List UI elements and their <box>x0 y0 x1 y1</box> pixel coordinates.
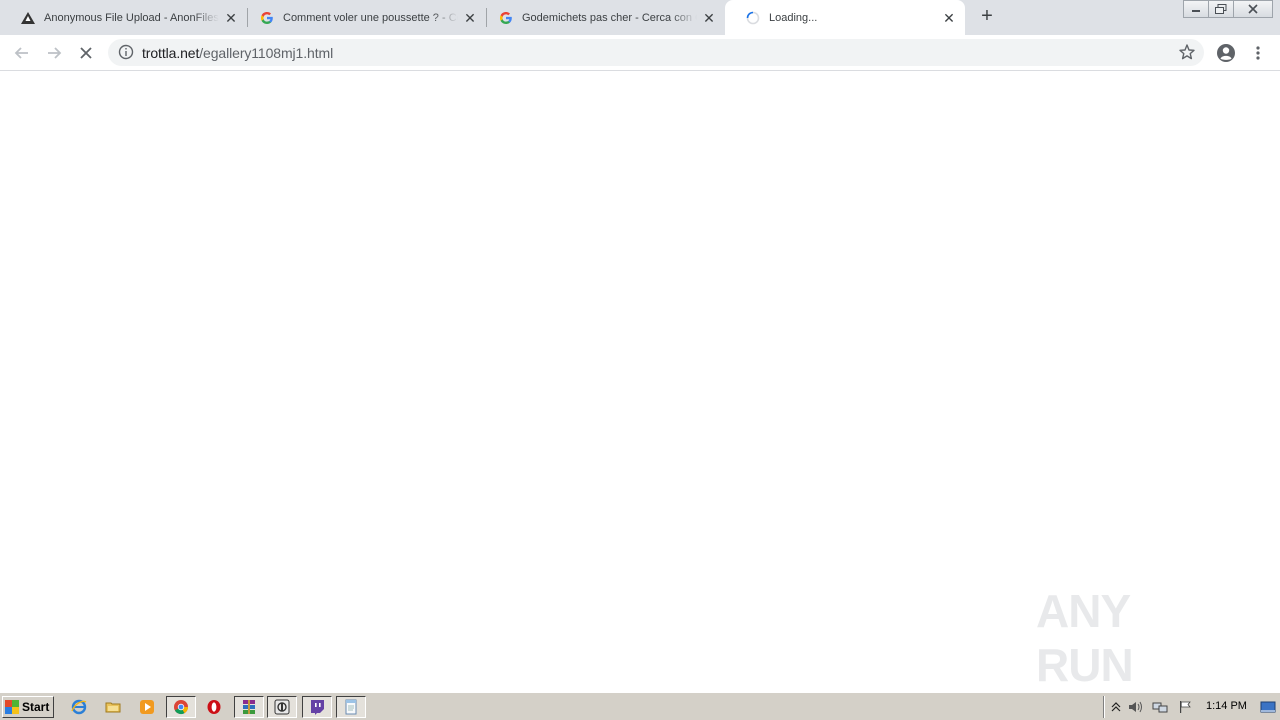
tab-strip: Anonymous File Upload - AnonFiles ✕ Comm… <box>0 0 1280 35</box>
url-text[interactable]: trottla.net/egallery1108mj1.html <box>142 45 333 61</box>
close-icon[interactable]: ✕ <box>941 10 957 26</box>
volume-icon[interactable] <box>1128 699 1144 715</box>
url-host: trottla.net <box>142 45 200 61</box>
tab-google-2[interactable]: Godemichets pas cher - Cerca con Google … <box>478 0 725 35</box>
chrome-icon[interactable] <box>166 696 196 718</box>
opera-icon[interactable] <box>201 696 227 718</box>
network-icon[interactable] <box>1152 699 1168 715</box>
forward-button[interactable] <box>42 41 66 65</box>
tab-google-1[interactable]: Comment voler une poussette ? - Cerca co… <box>239 0 486 35</box>
minimize-button[interactable] <box>1183 0 1209 18</box>
back-button[interactable] <box>10 41 34 65</box>
google-icon <box>259 10 275 26</box>
info-icon[interactable] <box>118 44 134 60</box>
tab-title: Comment voler une poussette ? - Cerca co… <box>283 11 458 24</box>
tray-divider <box>1103 696 1105 718</box>
notepad-icon[interactable] <box>336 696 366 718</box>
winrar-icon[interactable] <box>234 696 264 718</box>
profile-avatar-icon[interactable] <box>1214 41 1238 65</box>
loading-spinner-icon <box>745 10 761 26</box>
anonfiles-icon <box>20 10 36 26</box>
google-icon <box>498 10 514 26</box>
twitch-icon[interactable] <box>302 696 332 718</box>
menu-kebab-icon[interactable] <box>1246 41 1270 65</box>
stop-loading-button[interactable] <box>74 41 98 65</box>
bookmark-star-icon[interactable] <box>1178 43 1196 61</box>
show-desktop-icon[interactable] <box>1260 699 1276 715</box>
media-player-icon[interactable] <box>134 696 160 718</box>
anyrun-watermark: ANY RUN <box>1036 585 1236 691</box>
tab-title: Loading... <box>769 11 818 24</box>
restore-button[interactable] <box>1208 0 1234 18</box>
filezilla-icon[interactable] <box>267 696 297 718</box>
clock[interactable]: 1:14 PM <box>1206 700 1247 712</box>
close-icon[interactable]: ✕ <box>223 10 239 26</box>
close-icon[interactable]: ✕ <box>462 10 478 26</box>
url-path: /egallery1108mj1.html <box>199 45 334 61</box>
tab-loading[interactable]: Loading... ✕ <box>725 0 965 35</box>
browser-toolbar: trottla.net/egallery1108mj1.html <box>0 35 1280 71</box>
tray-expand-icon[interactable] <box>1108 699 1124 715</box>
tab-anonfiles[interactable]: Anonymous File Upload - AnonFiles ✕ <box>0 0 247 35</box>
tab-title: Anonymous File Upload - AnonFiles <box>44 11 219 24</box>
action-center-flag-icon[interactable] <box>1177 699 1193 715</box>
tab-title: Godemichets pas cher - Cerca con Google <box>522 11 697 24</box>
windows-taskbar: Start 1:14 PM <box>0 692 1280 720</box>
close-window-button[interactable] <box>1233 0 1273 18</box>
explorer-icon[interactable] <box>100 696 126 718</box>
new-tab-button[interactable]: + <box>976 6 998 28</box>
address-bar[interactable]: trottla.net/egallery1108mj1.html <box>108 39 1204 66</box>
watermark-text: ANY RUN <box>1036 585 1134 691</box>
ie-icon[interactable] <box>66 696 92 718</box>
start-label: Start <box>22 700 50 714</box>
windows-logo-icon <box>5 700 19 714</box>
close-icon[interactable]: ✕ <box>701 10 717 26</box>
start-button[interactable]: Start <box>2 696 54 718</box>
